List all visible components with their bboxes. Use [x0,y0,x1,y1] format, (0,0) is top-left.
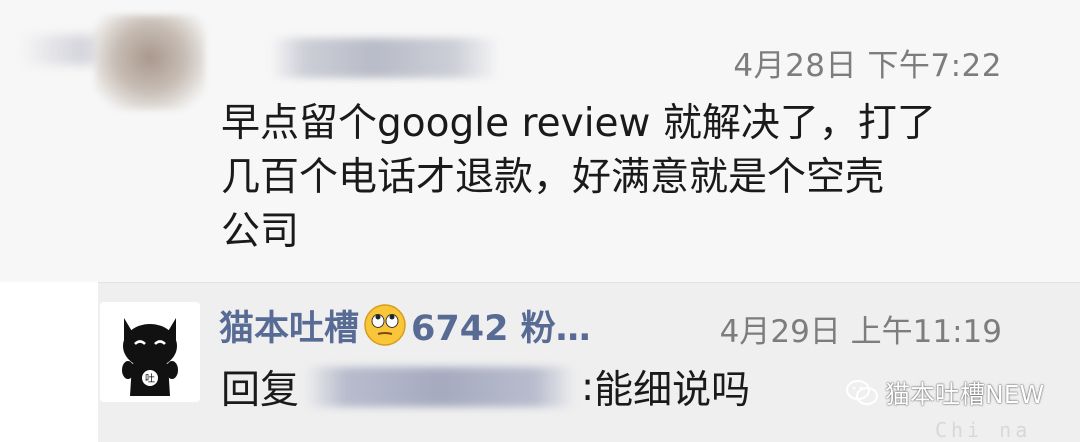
reply-target-blurred [305,367,576,407]
comment-timestamp: 4月28日 下午7:22 [733,48,1002,84]
comment-line: 几百个电话才退款，好满意就是个空壳 [221,155,885,200]
comment-line: 公司 [221,209,300,254]
reply-author-name[interactable]: 猫本吐槽 [219,300,359,351]
reply-author-avatar[interactable]: 吐 [100,302,200,402]
comment-line: 早点留个google review 就解决了，打了 [221,101,936,146]
reply-author-followers[interactable]: 6742 粉… [411,300,591,351]
watermark-sub: Chi na [935,418,1032,442]
commenter-name-blurred[interactable] [270,38,500,78]
svg-text:吐: 吐 [145,373,155,385]
black-cat-icon: 吐 [122,318,178,396]
eye-roll-emoji-icon [364,304,406,346]
wechat-icon [846,380,878,405]
watermark-label: 猫本吐槽NEW [885,380,1045,409]
comment-card: 4月28日 下午7:22 早点留个google review 就解决了，打了 几… [0,0,1080,282]
watermark: 猫本吐槽NEW [845,375,1044,411]
commenter-avatar[interactable] [95,15,205,110]
reply-separator: : [581,364,595,410]
comment-text: 早点留个google review 就解决了，打了 几百个电话才退款，好满意就是… [221,97,1021,259]
reply-message: 能细说吗 [594,368,751,413]
reply-text: 回复 : 能细说吗 [221,362,821,414]
reply-timestamp: 4月29日 上午11:19 [719,314,1002,350]
reply-prefix: 回复 [221,368,300,413]
